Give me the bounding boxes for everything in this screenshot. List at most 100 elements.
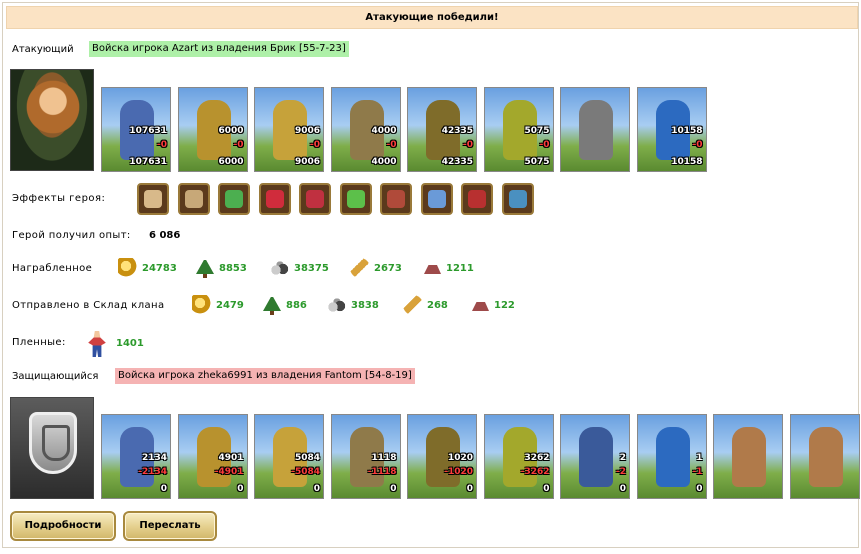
attacker-unit-card[interactable]: 4000 -0 4000	[330, 87, 401, 172]
defender-unit-count-mid: -1020	[444, 467, 473, 477]
defender-unit-count-top: 4901	[218, 453, 244, 463]
attacker-unit-count-top: 6000	[218, 126, 244, 136]
attacker-unit-card[interactable]: 9006 -0 9006	[254, 87, 324, 172]
defender-unit-count-top: 1	[696, 453, 703, 463]
effect-glyph	[265, 190, 284, 208]
hero-effects-label: Эффекты героя:	[12, 193, 106, 204]
effect-glyph	[184, 190, 203, 208]
green-potion-icon[interactable]	[339, 183, 372, 215]
defender-unit-count-top: 3262	[524, 453, 550, 463]
double-face-icon[interactable]	[137, 183, 169, 215]
attacker-unit-count-top: 9006	[294, 126, 320, 136]
defender-unit-card[interactable]: 1118 -1118 0	[330, 414, 401, 499]
prisoners-value: 1401	[116, 338, 144, 349]
defender-label: Защищающийся	[12, 371, 99, 382]
attacker-unit-count-mid: -0	[463, 140, 473, 150]
experience-value: 6 086	[149, 230, 181, 241]
resource-value: 24783	[142, 263, 177, 274]
defender-unit-count-mid: -1118	[367, 467, 397, 477]
attacker-unit-card[interactable]	[560, 87, 630, 172]
defender-unit-count-top: 1118	[371, 453, 397, 463]
effect-glyph	[225, 190, 243, 208]
defender-unit-count-mid: -4901	[214, 467, 244, 477]
defender-unit-count-mid: -1	[692, 467, 703, 477]
attacker-label: Атакующий	[12, 44, 74, 55]
resource-value: 268	[427, 300, 448, 311]
defender-unit-card[interactable]	[713, 414, 783, 499]
defender-unit-card[interactable]: 4901 -4901 0	[177, 414, 248, 499]
attacker-unit-count-bottom: 9006	[294, 157, 320, 167]
resource-value: 2479	[216, 300, 244, 311]
attacker-unit-card[interactable]: 6000 -0 6000	[177, 87, 248, 172]
attacker-unit-card[interactable]: 107631 -0 107631	[101, 87, 171, 172]
attacker-unit-count-mid: -0	[692, 140, 703, 150]
mage-unit-icon	[655, 427, 690, 487]
attacker-unit-card[interactable]: 5075 -0 5075	[483, 87, 554, 172]
green-wand-icon[interactable]	[218, 183, 250, 215]
ore-icon	[327, 295, 347, 315]
attacker-unit-count-mid: -0	[157, 140, 167, 150]
loot-label: Награбленное	[12, 263, 93, 274]
hero-face-icon	[21, 78, 85, 136]
heart-sword-icon[interactable]	[299, 183, 331, 215]
defender-unit-card[interactable]: 1020 -1020 0	[407, 414, 477, 499]
defender-unit-card[interactable]: 5084 -5084 0	[254, 414, 324, 499]
red-figure-icon[interactable]	[461, 183, 493, 215]
resource-value: 3838	[351, 300, 379, 311]
defender-unit-count-top: 2134	[141, 453, 167, 463]
attacker-unit-count-top: 107631	[129, 126, 167, 136]
defender-unit-count-mid: -5084	[291, 467, 320, 477]
gold-icon	[192, 295, 212, 315]
effect-glyph	[387, 190, 405, 208]
wheat-icon	[403, 295, 423, 315]
defender-unit-card[interactable]: 2134 -2134 0	[101, 414, 171, 499]
defender-unit-count-bottom: 0	[313, 484, 320, 494]
defender-unit-count-top: 2	[619, 453, 626, 463]
battle-result-banner: Атакующие победили!	[6, 6, 858, 29]
defender-unit-count-mid: -2	[616, 467, 626, 477]
defender-unit-card[interactable]	[789, 414, 860, 499]
tower-icon	[732, 427, 766, 487]
heart-icon[interactable]	[258, 183, 291, 215]
defender-unit-count-mid: -3262	[520, 467, 550, 477]
defender-unit-count-bottom: 0	[466, 484, 473, 494]
defender-unit-count-bottom: 0	[543, 484, 550, 494]
details-button[interactable]: Подробности	[10, 511, 116, 541]
attacker-unit-count-mid: -0	[310, 140, 320, 150]
prisoners-label: Пленные:	[12, 337, 66, 348]
attacker-unit-count-top: 5075	[524, 126, 550, 136]
attacker-unit-count-top: 10158	[671, 126, 703, 136]
attacker-hero-portrait[interactable]	[10, 69, 94, 171]
defender-hero-portrait[interactable]	[10, 397, 94, 499]
experience-label: Герой получил опыт:	[12, 230, 131, 241]
attacker-unit-count-bottom: 42335	[441, 157, 473, 167]
attacker-unit-card[interactable]: 10158 -0 10158	[636, 87, 707, 172]
defender-unit-card[interactable]: 1 -1 0	[636, 414, 707, 499]
resource-value: 886	[286, 300, 307, 311]
swordsman-unit-icon	[579, 427, 613, 487]
wheat-icon	[350, 258, 370, 278]
grey-warrior-unit-icon	[579, 100, 613, 160]
resource-value: 8853	[219, 263, 247, 274]
globe-icon[interactable]	[420, 183, 453, 215]
effect-glyph	[144, 190, 162, 208]
resource-value: 38375	[294, 263, 329, 274]
red-armor-icon[interactable]	[380, 183, 412, 215]
world-shield-icon[interactable]	[501, 183, 534, 215]
attacker-unit-card[interactable]: 42335 -0 42335	[407, 87, 477, 172]
defender-unit-card[interactable]: 2 -2 0	[560, 414, 630, 499]
defender-unit-count-bottom: 0	[237, 484, 244, 494]
attacker-unit-count-bottom: 107631	[129, 157, 167, 167]
defender-unit-card[interactable]: 3262 -3262 0	[483, 414, 554, 499]
resource-value: 1211	[446, 263, 474, 274]
forward-button[interactable]: Переслать	[123, 511, 217, 541]
attacker-unit-count-top: 4000	[371, 126, 397, 136]
attacker-unit-count-mid: -0	[233, 140, 244, 150]
effect-glyph	[346, 190, 365, 208]
resource-value: 2673	[374, 263, 402, 274]
attacker-unit-count-bottom: 10158	[671, 157, 703, 167]
face-orb-icon[interactable]	[177, 183, 210, 215]
defender-army-tag: Войска игрока zheka6991 из владения Fant…	[115, 368, 415, 384]
defender-unit-count-bottom: 0	[696, 484, 703, 494]
gold-icon	[118, 258, 138, 278]
